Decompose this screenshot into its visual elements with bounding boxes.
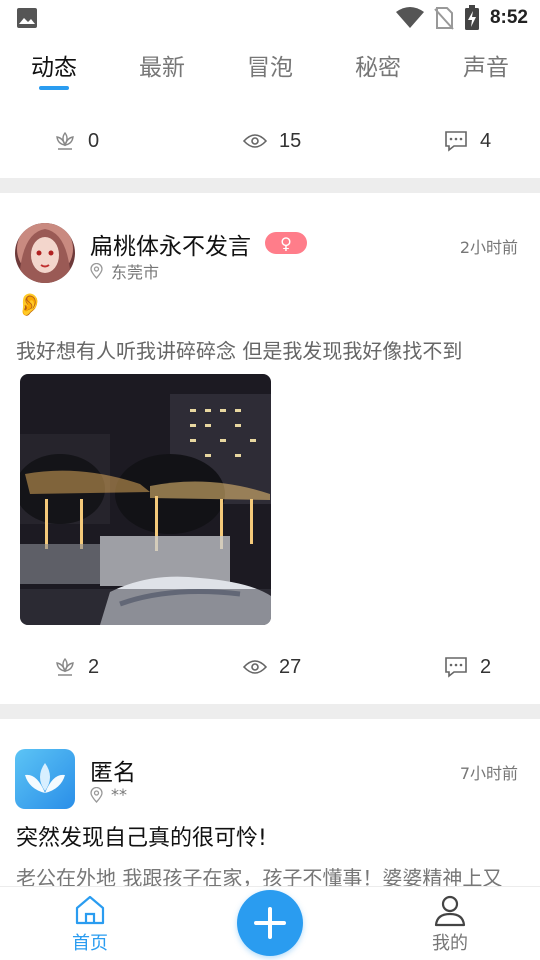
location-text: 东莞市: [111, 263, 160, 282]
nav-home-label: 首页: [72, 933, 108, 954]
active-tab-indicator: [39, 86, 69, 90]
status-bar: 8:52: [0, 0, 540, 36]
lotus-like-icon: [56, 657, 74, 676]
ear-emoji: 👂: [16, 293, 44, 318]
battery-charging-icon: [464, 5, 479, 30]
post-time: 2小时前: [459, 238, 518, 257]
post-title: 突然发现自己真的很可怜!: [16, 826, 267, 851]
image-icon: [17, 8, 37, 28]
location-pin-icon: [90, 786, 103, 803]
tab-label: 声音: [463, 55, 509, 81]
username[interactable]: 匿名: [90, 753, 136, 787]
home-icon: [75, 895, 105, 925]
comment-stat[interactable]: 2: [444, 647, 491, 687]
post-stats-row: 2 27 2: [0, 647, 540, 687]
comment-count: 2: [480, 655, 492, 678]
eye-icon: [243, 660, 267, 674]
post-photo[interactable]: [20, 374, 271, 625]
like-count: 2: [88, 655, 100, 678]
like-stat[interactable]: 0: [54, 121, 99, 161]
post-text: 老公在外地 我跟孩子在家，孩子不懂事！婆婆精神上又: [16, 866, 503, 886]
section-divider: [0, 704, 540, 719]
tab-zuixin[interactable]: 最新: [108, 40, 216, 96]
lotus-like-icon: [56, 131, 74, 150]
eye-icon: [243, 134, 267, 148]
post-card[interactable]: 扁桃体永不发言 ♀ 东莞市 2小时前 👂 我好想有人听我讲碎碎念 但是我发现我好…: [0, 193, 540, 703]
post-text: 我好想有人听我讲碎碎念 但是我发现我好像找不到: [16, 339, 463, 363]
like-count: 0: [88, 129, 100, 152]
view-stat: 15: [243, 121, 301, 161]
comment-stat[interactable]: 4: [444, 121, 491, 161]
comment-icon: [445, 131, 467, 152]
tab-maopao[interactable]: 冒泡: [216, 40, 324, 96]
nav-mine[interactable]: 我的: [410, 887, 490, 960]
profile-icon: [434, 895, 466, 927]
clock-time: 8:52: [489, 7, 528, 28]
view-count: 27: [279, 655, 302, 678]
location: **: [90, 785, 127, 804]
section-divider: [0, 178, 540, 193]
tab-label: 最新: [139, 55, 185, 81]
view-stat: 27: [243, 647, 301, 687]
avatar[interactable]: [15, 223, 75, 283]
gender-badge: ♀: [265, 232, 307, 254]
post-time: 7小时前: [459, 764, 518, 783]
tab-label: 秘密: [355, 55, 401, 81]
username[interactable]: 扁桃体永不发言: [90, 227, 251, 261]
create-post-button[interactable]: [237, 890, 303, 956]
tab-shengyin[interactable]: 声音: [432, 40, 540, 96]
wifi-icon: [395, 7, 424, 28]
no-sim-icon: [434, 7, 454, 30]
view-count: 15: [279, 129, 302, 152]
comment-count: 4: [480, 129, 492, 152]
nav-mine-label: 我的: [432, 933, 468, 954]
location-text: **: [111, 785, 127, 804]
plus-icon: [254, 907, 286, 939]
like-stat[interactable]: 2: [54, 647, 99, 687]
anonymous-avatar[interactable]: [15, 749, 75, 809]
post-card[interactable]: 匿名 ** 7小时前 突然发现自己真的很可怜! 老公在外地 我跟孩子在家，孩子不…: [0, 719, 540, 886]
nav-home[interactable]: 首页: [50, 887, 130, 960]
category-tabs: 动态 最新 冒泡 秘密 声音: [0, 40, 540, 96]
comment-icon: [445, 657, 467, 678]
tab-label: 动态: [31, 55, 77, 81]
post-stats-row: 0 15 4: [0, 121, 540, 161]
tab-mimi[interactable]: 秘密: [324, 40, 432, 96]
location-pin-icon: [90, 263, 103, 279]
female-icon: ♀: [280, 233, 292, 253]
tab-label: 冒泡: [247, 55, 293, 81]
tab-dongtai[interactable]: 动态: [0, 40, 108, 96]
location: 东莞市: [90, 259, 159, 283]
